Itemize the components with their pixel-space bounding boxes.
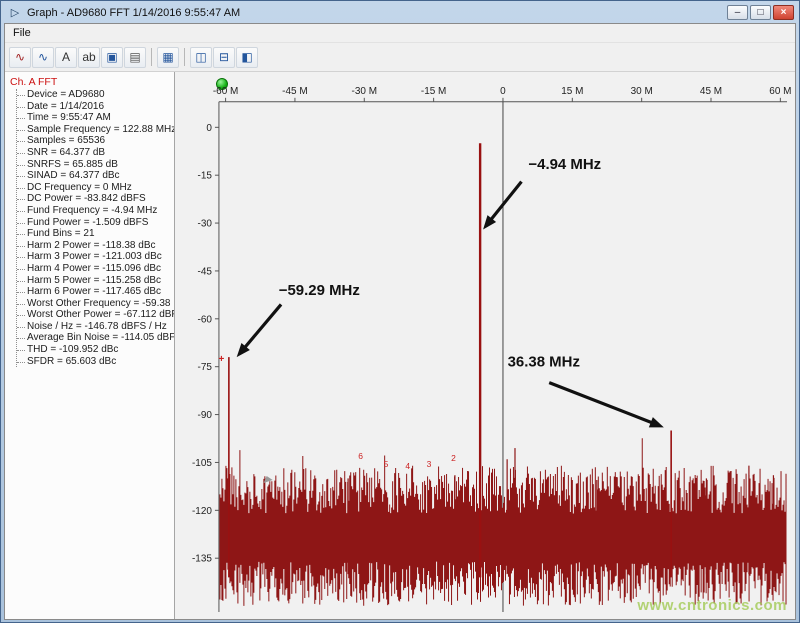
- toolbar-separator: [151, 48, 152, 66]
- client-area: File ∿∿Aab▣▤▦◫⊟◧ Ch. A FFT Device = AD96…: [4, 23, 796, 620]
- fft-chart[interactable]: -60 M -45 M -30 M -15 M 0 15 M 30 M 45 M 60 M 0 -1…: [175, 72, 795, 619]
- tree-item[interactable]: DC Frequency = 0 MHz: [17, 182, 174, 194]
- y-tick-label: -30: [198, 219, 213, 230]
- harmonic-marker: 6: [358, 451, 363, 461]
- y-tick-label: -135: [192, 554, 212, 565]
- annotation-arrow-head: [649, 417, 664, 427]
- menubar: File: [5, 24, 795, 43]
- x-tick-label: -45 M: [282, 86, 307, 97]
- annotation-arrow-shaft: [244, 304, 281, 348]
- tree-item[interactable]: Harm 6 Power = -117.465 dBc: [17, 286, 174, 298]
- tree-children: Device = AD9680Date = 1/14/2016Time = 9:…: [16, 89, 174, 367]
- comment-icon[interactable]: ab: [78, 47, 100, 68]
- toolbar-separator: [184, 48, 185, 66]
- x-tick-label: 30 M: [631, 86, 653, 97]
- tree-item[interactable]: Harm 4 Power = -115.096 dBc: [17, 263, 174, 275]
- harmonic-marker: 4: [405, 461, 410, 471]
- tree-item[interactable]: Noise / Hz = -146.78 dBFS / Hz: [17, 321, 174, 333]
- tile-horizontal-icon[interactable]: ⊟: [213, 47, 235, 68]
- x-tick-label: 15 M: [561, 86, 583, 97]
- tree-item[interactable]: Worst Other Frequency = -59.38 MHz: [17, 298, 174, 310]
- results-tree-panel[interactable]: Ch. A FFT Device = AD9680Date = 1/14/201…: [5, 72, 175, 619]
- y-tick-label: 0: [206, 123, 212, 134]
- x-tick-label: 0: [500, 86, 506, 97]
- main-area: Ch. A FFT Device = AD9680Date = 1/14/201…: [5, 72, 795, 619]
- annotation-label: −4.94 MHz: [528, 156, 601, 173]
- tree-item[interactable]: Average Bin Noise = -114.05 dBFS: [17, 332, 174, 344]
- tile-vertical-icon[interactable]: ◫: [190, 47, 212, 68]
- x-tick-label: 45 M: [700, 86, 722, 97]
- annotation-arrow-shaft: [549, 383, 653, 424]
- y-tick-label: -15: [198, 171, 213, 182]
- tree-item[interactable]: Sample Frequency = 122.88 MHz: [17, 124, 174, 136]
- x-tick-label: -30 M: [352, 86, 377, 97]
- cascade-windows-icon[interactable]: ◧: [236, 47, 258, 68]
- save-icon[interactable]: ▣: [101, 47, 123, 68]
- harmonic-marker: 2: [451, 453, 456, 463]
- watermark: www.cntronics.com: [637, 597, 787, 614]
- window-title: Graph - AD9680 FFT 1/14/2016 9:55:47 AM: [27, 7, 722, 19]
- y-tick-label: -120: [192, 506, 212, 517]
- tree-item[interactable]: Worst Other Power = -67.112 dBFS: [17, 309, 174, 321]
- tree-root-ch-a-fft[interactable]: Ch. A FFT: [10, 76, 174, 89]
- print-icon[interactable]: ▤: [124, 47, 146, 68]
- tree-item[interactable]: Harm 2 Power = -118.38 dBc: [17, 240, 174, 252]
- tree-item[interactable]: Fund Bins = 21: [17, 228, 174, 240]
- app-window: ▷ Graph - AD9680 FFT 1/14/2016 9:55:47 A…: [0, 0, 800, 623]
- text-a-icon[interactable]: A: [55, 47, 77, 68]
- annotation-arrow-shaft: [490, 182, 522, 221]
- tree-item[interactable]: Harm 5 Power = -115.258 dBc: [17, 275, 174, 287]
- fft-graph-icon[interactable]: ∿: [9, 47, 31, 68]
- chart-panel: -60 M -45 M -30 M -15 M 0 15 M 30 M 45 M 60 M 0 -1…: [175, 72, 795, 619]
- toolbar: ∿∿Aab▣▤▦◫⊟◧: [5, 43, 795, 72]
- time-graph-icon[interactable]: ∿: [32, 47, 54, 68]
- menu-file[interactable]: File: [5, 25, 39, 41]
- close-button[interactable]: ×: [773, 5, 794, 20]
- tree-item[interactable]: SNRFS = 65.885 dB: [17, 159, 174, 171]
- tree-item[interactable]: SINAD = 64.377 dBc: [17, 170, 174, 182]
- harmonic-marker: 5: [384, 459, 389, 469]
- tree-item[interactable]: Harm 3 Power = -121.003 dBc: [17, 251, 174, 263]
- annotation-label: 36.38 MHz: [508, 354, 580, 371]
- plus-marker: +: [219, 354, 225, 365]
- tree-item[interactable]: Samples = 65536: [17, 135, 174, 147]
- tree-item[interactable]: Date = 1/14/2016: [17, 101, 174, 113]
- app-icon: ▷: [8, 6, 22, 20]
- annotation-label: −59.29 MHz: [279, 282, 360, 299]
- x-tick-label: -60 M: [213, 86, 238, 97]
- window-controls: – □ ×: [727, 5, 794, 20]
- tree-item[interactable]: SFDR = 65.603 dBc: [17, 356, 174, 368]
- tree-item[interactable]: DC Power = -83.842 dBFS: [17, 193, 174, 205]
- minimize-button[interactable]: –: [727, 5, 748, 20]
- tree-item[interactable]: SNR = 64.377 dB: [17, 147, 174, 159]
- maximize-button[interactable]: □: [750, 5, 771, 20]
- x-tick-label: -15 M: [421, 86, 446, 97]
- tree-item[interactable]: Fund Power = -1.509 dBFS: [17, 217, 174, 229]
- y-tick-label: -60: [198, 314, 213, 325]
- tree-item[interactable]: Fund Frequency = -4.94 MHz: [17, 205, 174, 217]
- y-tick-label: -45: [198, 266, 213, 277]
- harmonic-marker: 3: [427, 459, 432, 469]
- y-tick-label: -90: [198, 410, 213, 421]
- x-tick-label: 60 M: [769, 86, 791, 97]
- y-tick-label: -75: [198, 362, 213, 373]
- grid-icon[interactable]: ▦: [157, 47, 179, 68]
- titlebar[interactable]: ▷ Graph - AD9680 FFT 1/14/2016 9:55:47 A…: [4, 1, 796, 23]
- tree-item[interactable]: Time = 9:55:47 AM: [17, 112, 174, 124]
- tree-item[interactable]: Device = AD9680: [17, 89, 174, 101]
- y-tick-label: -105: [192, 458, 212, 469]
- tree-item[interactable]: THD = -109.952 dBc: [17, 344, 174, 356]
